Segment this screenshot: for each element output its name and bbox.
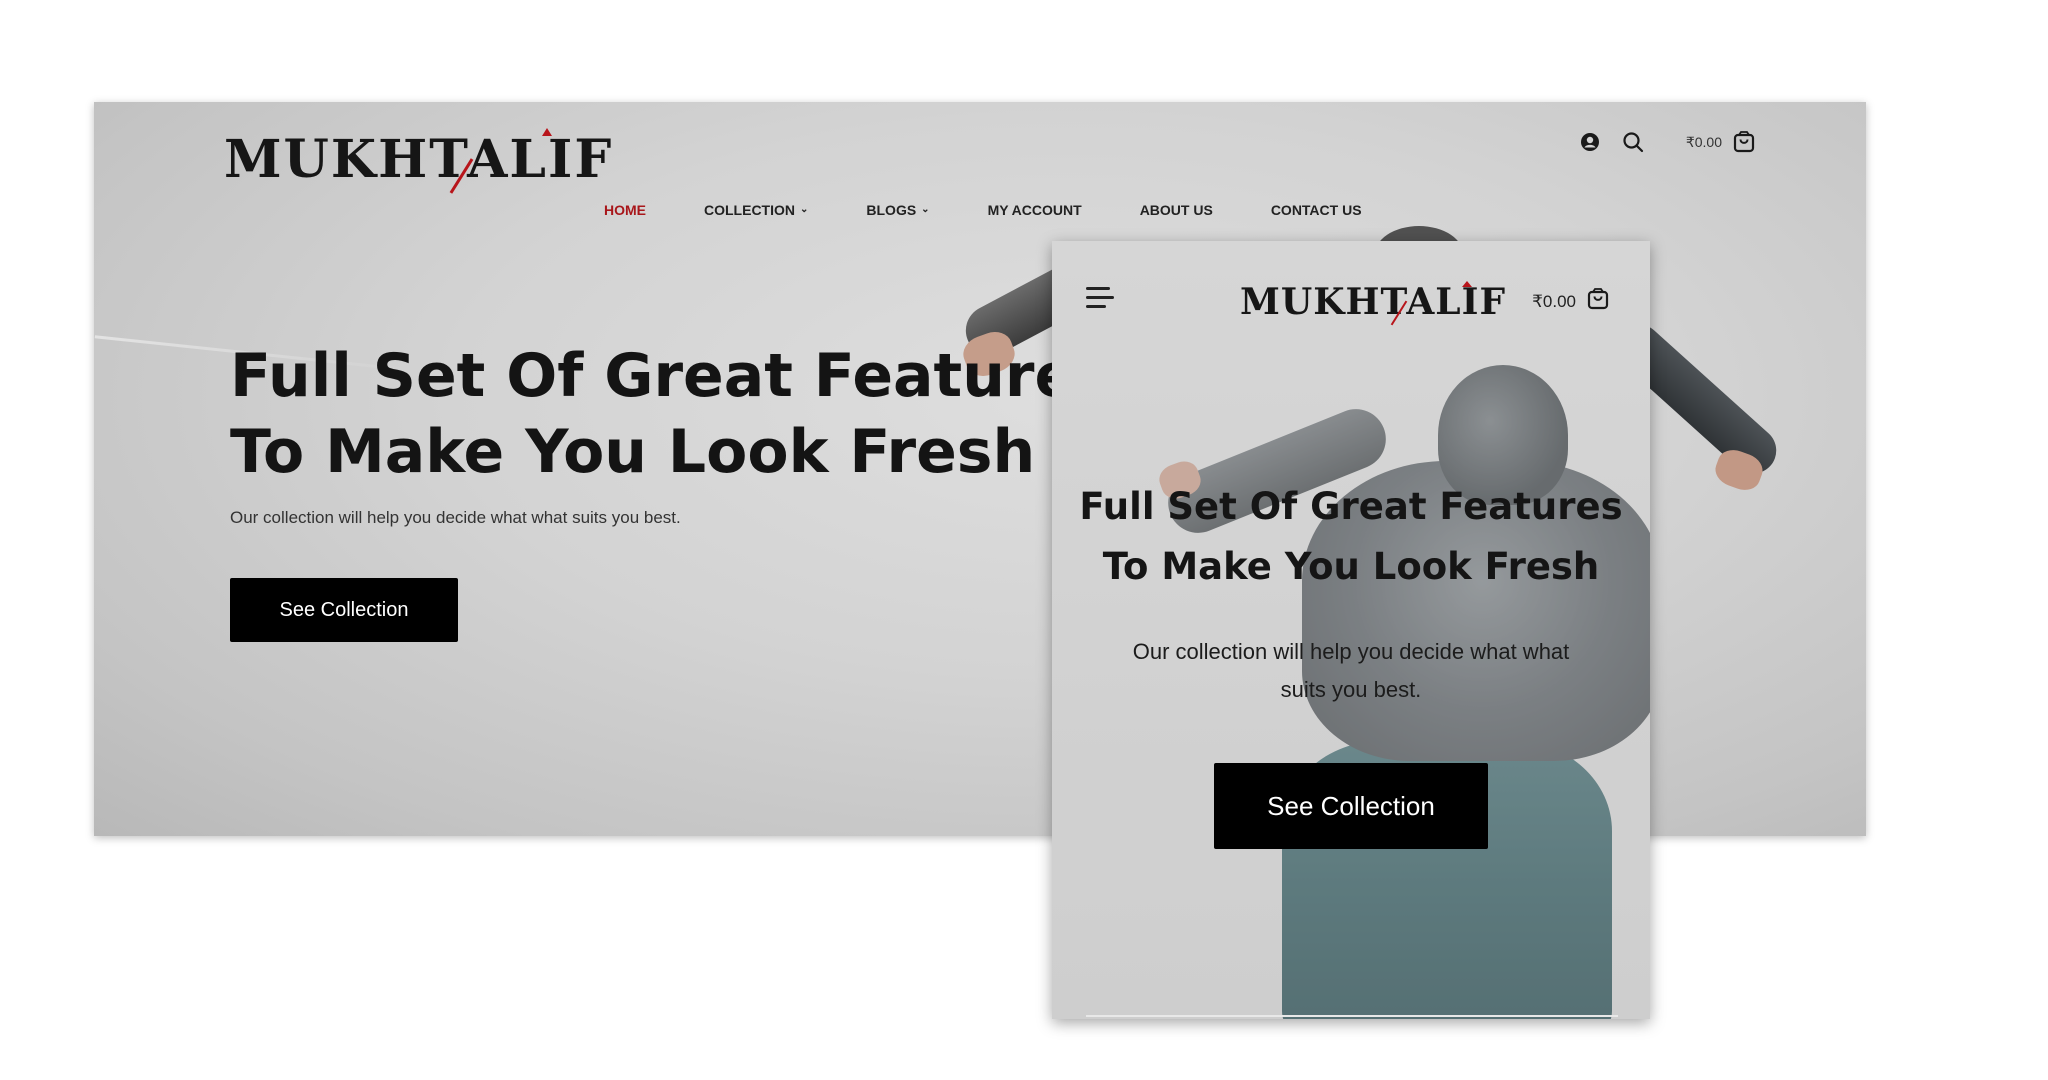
nav-item-contact-us[interactable]: CONTACT US <box>1271 202 1362 218</box>
hero-title: Full Set Of Great Features To Make You L… <box>1052 477 1650 597</box>
logo-accent-mark <box>542 128 552 136</box>
cart-button[interactable]: ₹0.00 <box>1686 130 1756 154</box>
cart-icon <box>1732 130 1756 154</box>
header-actions: ₹0.00 <box>1580 130 1756 154</box>
image-overlay <box>1052 241 1650 1019</box>
site-logo[interactable]: MUKHTALIF <box>1240 277 1506 327</box>
cart-total: ₹0.00 <box>1532 291 1576 311</box>
chevron-down-icon: ⌄ <box>800 203 809 215</box>
main-nav: HOME COLLECTION ⌄ BLOGS ⌄ MY ACCOUNT ABO… <box>604 202 1420 218</box>
hero-subtitle: Our collection will help you decide what… <box>1132 639 1570 702</box>
see-collection-button[interactable]: See Collection <box>1214 763 1488 849</box>
hero-title: Full Set Of Great Features To Make You L… <box>230 338 1130 490</box>
chevron-down-icon: ⌄ <box>921 203 930 215</box>
site-logo[interactable]: MUKHTALIF <box>224 120 613 200</box>
cart-button[interactable]: ₹0.00 <box>1532 287 1610 316</box>
see-collection-button[interactable]: See Collection <box>230 578 458 642</box>
logo-accent-mark <box>1462 281 1472 287</box>
nav-item-blogs[interactable]: BLOGS ⌄ <box>866 202 929 218</box>
search-icon[interactable] <box>1622 131 1644 153</box>
hero-title-line-2: To Make You Look Fresh <box>1102 545 1600 588</box>
nav-item-home[interactable]: HOME <box>604 202 646 218</box>
cart-total: ₹0.00 <box>1685 133 1722 150</box>
cart-icon <box>1586 287 1610 316</box>
mobile-preview: MUKHTALIF ₹0.00 Full Set Of Great Featur… <box>1052 241 1650 1019</box>
hero-title-line-2: To Make You Look Fresh <box>230 417 1036 487</box>
divider <box>1086 1015 1618 1017</box>
nav-item-about-us[interactable]: ABOUT US <box>1140 202 1213 218</box>
nav-item-my-account[interactable]: MY ACCOUNT <box>988 202 1082 218</box>
nav-item-collection[interactable]: COLLECTION ⌄ <box>704 202 808 218</box>
hero-title-line-1: Full Set Of Great Features <box>230 341 1111 411</box>
hero-subtitle: Our collection will help you decide what… <box>230 508 681 527</box>
account-icon[interactable] <box>1580 132 1600 152</box>
hamburger-menu-icon[interactable] <box>1086 287 1114 314</box>
hero-title-line-1: Full Set Of Great Features <box>1079 485 1623 528</box>
